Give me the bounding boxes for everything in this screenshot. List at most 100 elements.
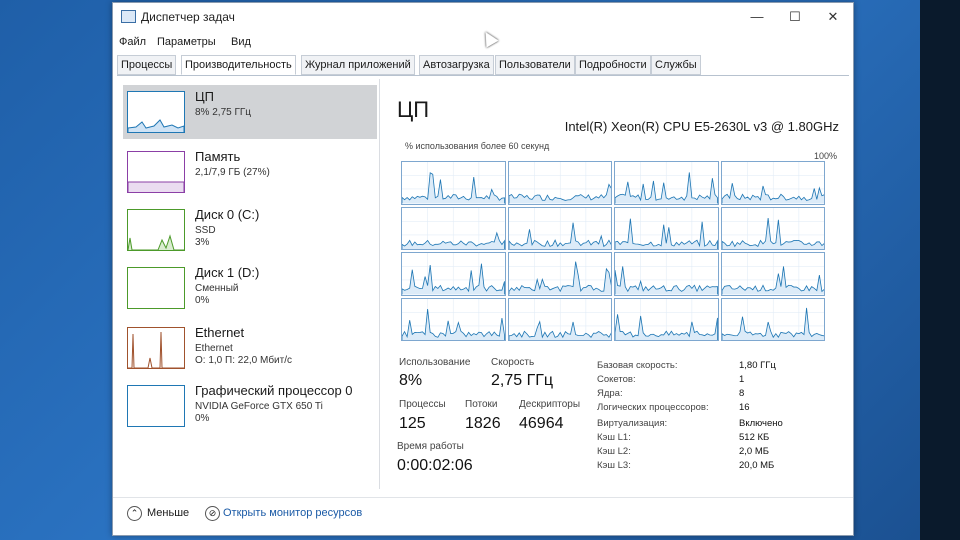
logical-processor-graphs — [401, 161, 825, 341]
processes-label: Процессы — [399, 399, 446, 410]
menu-view[interactable]: Вид — [231, 36, 251, 48]
fewer-details-link[interactable]: Меньше — [147, 507, 189, 519]
panel-title: ЦП — [397, 97, 430, 122]
sidebar-item-detail: Сменный — [195, 283, 239, 294]
close-button[interactable]: ✕ — [815, 7, 851, 27]
detail-label: Сокетов: — [597, 374, 636, 385]
sidebar-item-detail: SSD — [195, 225, 216, 236]
logical-processor-graph — [614, 161, 719, 205]
sidebar-item-title: ЦП — [195, 89, 214, 104]
tab-app-history[interactable]: Журнал приложений — [301, 55, 415, 75]
logical-processor-graph — [614, 297, 719, 341]
sidebar-item-cpu[interactable]: ЦП 8% 2,75 ГГц — [123, 85, 377, 139]
sidebar-item-gpu[interactable]: Графический процессор 0 NVIDIA GeForce G… — [123, 379, 377, 433]
detail-value: 512 КБ — [739, 432, 770, 443]
sidebar-item-detail: 2,1/7,9 ГБ (27%) — [195, 167, 270, 178]
logical-processor-graph — [507, 297, 612, 341]
sidebar-item-disk1[interactable]: Диск 1 (D:) Сменный 0% — [123, 261, 377, 315]
tab-processes[interactable]: Процессы — [117, 55, 177, 75]
detail-label: Кэш L2: — [597, 446, 631, 457]
cpu-panel: ЦП Intel(R) Xeon(R) CPU E5-2630L v3 @ 1.… — [391, 79, 847, 489]
logical-processor-graph — [401, 297, 506, 341]
speed-value: 2,75 ГГц — [491, 372, 554, 389]
tab-strip: Процессы Производительность Журнал прило… — [117, 55, 849, 76]
logical-processor-graph — [720, 252, 825, 296]
tab-services[interactable]: Службы — [651, 55, 701, 75]
logical-processor-graph — [614, 206, 719, 250]
resource-monitor-icon: ⊘ — [205, 506, 220, 521]
sidebar-item-title: Память — [195, 149, 241, 164]
detail-value: Включено — [739, 418, 783, 429]
threads-label: Потоки — [465, 399, 498, 410]
gpu-thumbnail-graph — [127, 385, 185, 427]
cpu-thumbnail-graph — [127, 91, 185, 133]
logical-processor-graph — [507, 252, 612, 296]
uptime-value: 0:00:02:06 — [397, 457, 473, 474]
sidebar-item-detail-2: 3% — [195, 237, 210, 248]
disk1-thumbnail-graph — [127, 267, 185, 309]
processes-value: 125 — [399, 415, 426, 432]
detail-label: Кэш L3: — [597, 460, 631, 471]
detail-value: 8 — [739, 388, 745, 399]
sidebar-item-ethernet[interactable]: Ethernet Ethernet О: 1,0 П: 22,0 Мбит/с — [123, 321, 377, 375]
menu-options[interactable]: Параметры — [157, 36, 216, 48]
graph-caption: % использования более 60 секунд — [405, 141, 550, 151]
speed-label: Скорость — [491, 357, 535, 368]
sidebar-item-title: Графический процессор 0 — [195, 383, 353, 398]
window-title: Диспетчер задач — [141, 10, 235, 24]
footer-bar: ⌃ Меньше ⊘ Открыть монитор ресурсов — [113, 497, 853, 528]
handles-label: Дескрипторы — [519, 399, 581, 410]
handles-value: 46964 — [519, 415, 564, 432]
desktop-edge — [920, 0, 960, 540]
usage-label: Использование — [399, 357, 471, 368]
tab-startup[interactable]: Автозагрузка — [419, 55, 494, 75]
logical-processor-graph — [401, 252, 506, 296]
logical-processor-graph — [507, 206, 612, 250]
graph-gridlines — [721, 162, 824, 204]
detail-label: Виртуализация: — [597, 418, 668, 429]
title-bar[interactable]: Диспетчер задач — ☐ ✕ — [113, 3, 853, 29]
detail-label: Кэш L1: — [597, 432, 631, 443]
minimize-button[interactable]: — — [739, 7, 775, 27]
task-manager-window: Диспетчер задач — ☐ ✕ Файл Параметры Вид… — [112, 2, 854, 536]
open-resource-monitor-link[interactable]: Открыть монитор ресурсов — [223, 507, 362, 519]
task-manager-icon — [121, 10, 136, 23]
tab-performance[interactable]: Производительность — [181, 55, 296, 75]
ethernet-thumbnail-graph — [127, 327, 185, 369]
maximize-button[interactable]: ☐ — [777, 7, 813, 27]
detail-label: Ядра: — [597, 388, 623, 399]
sidebar-item-memory[interactable]: Память 2,1/7,9 ГБ (27%) — [123, 145, 377, 199]
detail-value: 1 — [739, 374, 745, 385]
tab-details[interactable]: Подробности — [575, 55, 651, 75]
detail-label: Логических процессоров: — [597, 402, 709, 413]
logical-processor-graph — [401, 161, 506, 205]
sidebar-item-detail-2: 0% — [195, 295, 210, 306]
sidebar-item-title: Ethernet — [195, 325, 245, 340]
logical-processor-graph — [720, 297, 825, 341]
threads-value: 1826 — [465, 415, 501, 432]
sidebar-item-detail: 8% 2,75 ГГц — [195, 107, 252, 118]
graph-max-label: 100% — [813, 151, 837, 161]
detail-value: 16 — [739, 402, 750, 413]
sidebar-item-title: Диск 1 (D:) — [195, 265, 260, 280]
logical-processor-graph — [720, 161, 825, 205]
menu-file[interactable]: Файл — [119, 36, 146, 48]
sidebar-item-disk0[interactable]: Диск 0 (C:) SSD 3% — [123, 203, 377, 257]
detail-label: Базовая скорость: — [597, 360, 678, 371]
tab-users[interactable]: Пользователи — [495, 55, 575, 75]
sidebar-item-title: Диск 0 (C:) — [195, 207, 260, 222]
chevron-up-icon[interactable]: ⌃ — [127, 506, 142, 521]
logical-processor-graph — [614, 252, 719, 296]
sidebar-item-detail: NVIDIA GeForce GTX 650 Ti — [195, 401, 323, 412]
detail-value: 20,0 МБ — [739, 460, 775, 471]
logical-processor-graph — [720, 206, 825, 250]
detail-value: 2,0 МБ — [739, 446, 769, 457]
sidebar-item-detail-2: 0% — [195, 413, 210, 424]
disk0-thumbnail-graph — [127, 209, 185, 251]
sidebar-item-detail-2: О: 1,0 П: 22,0 Мбит/с — [195, 355, 293, 366]
sidebar-item-detail: Ethernet — [195, 343, 233, 354]
memory-thumbnail-graph — [127, 151, 185, 193]
logical-processor-graph — [507, 161, 612, 205]
uptime-label: Время работы — [397, 441, 464, 452]
resource-list: ЦП 8% 2,75 ГГц Память 2,1/7,9 ГБ (27%) Д… — [117, 79, 380, 489]
